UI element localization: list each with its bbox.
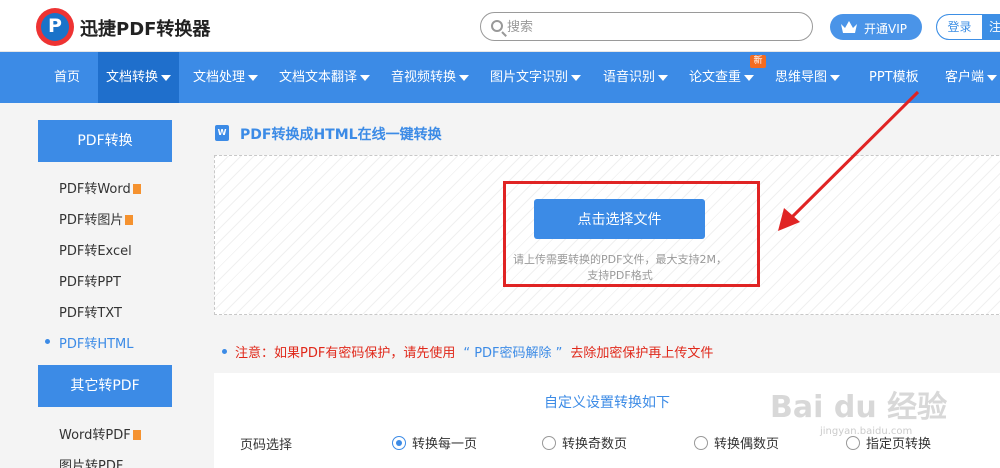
top-header: 迅捷PDF转换器 开通VIP 登录 注 — [0, 0, 1000, 52]
nav-item-mindmap[interactable]: 思维导图 — [775, 52, 841, 103]
radio-unchecked-icon — [694, 436, 708, 450]
nav-item-av-convert[interactable]: 音视频转换 — [391, 52, 470, 103]
baidu-watermark-url: jingyan.baidu.com — [820, 426, 913, 437]
crown-icon — [841, 21, 857, 33]
chevron-down-icon — [744, 74, 755, 81]
new-badge: 新 — [750, 55, 766, 68]
hot-icon — [132, 184, 141, 194]
radio-odd-pages[interactable]: 转换奇数页 — [542, 433, 627, 452]
baidu-watermark: Bai du 经验 — [770, 390, 948, 425]
open-vip-label: 开通VIP — [864, 22, 907, 36]
page-select-label: 页码选择 — [240, 438, 293, 453]
active-bullet-icon — [45, 339, 50, 344]
page-title: PDF转换成HTML在线一键转换 — [240, 127, 442, 143]
sidebar-item-pdf-to-image[interactable]: PDF转图片 — [59, 209, 134, 228]
notice-bullet-icon — [222, 349, 227, 354]
sidebar-item-word-to-pdf[interactable]: Word转PDF — [59, 424, 141, 443]
nav-item-plagiarism[interactable]: 论文查重 — [689, 52, 755, 103]
search-box[interactable] — [480, 12, 813, 41]
chevron-down-icon — [459, 74, 470, 81]
sidebar-section-pdf-convert: PDF转换 — [38, 120, 172, 162]
radio-all-pages[interactable]: 转换每一页 — [392, 433, 477, 452]
password-notice: 注意：如果PDF有密码保护，请先使用 “ PDF密码解除 ” 去除加密保护再上传文件 — [222, 342, 713, 361]
chevron-down-icon — [987, 74, 998, 81]
chevron-down-icon — [360, 74, 371, 81]
nav-item-client[interactable]: 客户端 — [945, 52, 998, 103]
login-button[interactable]: 登录 — [937, 15, 982, 39]
radio-unchecked-icon — [542, 436, 556, 450]
sidebar-item-pdf-to-ppt[interactable]: PDF转PPT — [59, 271, 121, 290]
sidebar-item-image-to-pdf[interactable]: 图片转PDF — [59, 455, 123, 468]
chevron-down-icon — [161, 74, 172, 81]
sidebar: PDF转换 PDF转Word PDF转图片 PDF转Excel PDF转PPT … — [0, 103, 200, 468]
radio-unchecked-icon — [846, 436, 860, 450]
app-logo-icon[interactable] — [36, 8, 74, 46]
nav-item-ocr[interactable]: 图片文字识别 — [490, 52, 582, 103]
sidebar-item-pdf-to-html[interactable]: PDF转HTML — [45, 333, 134, 352]
nav-item-doc-convert[interactable]: 文档转换 — [98, 52, 180, 103]
hot-icon — [125, 215, 134, 225]
sidebar-item-pdf-to-txt[interactable]: PDF转TXT — [59, 302, 122, 321]
auth-buttons: 登录 注 — [936, 14, 1000, 40]
radio-checked-icon — [392, 436, 406, 450]
search-input[interactable] — [507, 17, 797, 37]
chevron-down-icon — [571, 74, 582, 81]
search-icon — [491, 20, 503, 32]
chevron-down-icon — [658, 74, 669, 81]
open-vip-button[interactable]: 开通VIP — [830, 14, 922, 40]
app-brand-name[interactable]: 迅捷PDF转换器 — [80, 15, 210, 41]
nav-item-translate[interactable]: 文档文本翻译 — [279, 52, 371, 103]
upload-dropzone[interactable]: 点击选择文件 请上传需要转换的PDF文件，最大支持2M， 支持PDF格式 — [214, 155, 1000, 315]
nav-item-home[interactable]: 首页 — [54, 52, 80, 103]
chevron-down-icon — [830, 74, 841, 81]
nav-item-speech[interactable]: 语音识别 — [603, 52, 669, 103]
chevron-down-icon — [248, 74, 259, 81]
annotation-highlight-box — [503, 181, 760, 287]
nav-item-doc-process[interactable]: 文档处理 — [193, 52, 259, 103]
hot-icon — [132, 430, 141, 440]
word-doc-icon: W — [215, 125, 229, 141]
sidebar-item-pdf-to-word[interactable]: PDF转Word — [59, 178, 141, 197]
sidebar-section-other-to-pdf: 其它转PDF — [38, 365, 172, 407]
radio-even-pages[interactable]: 转换偶数页 — [694, 433, 779, 452]
sidebar-item-pdf-to-excel[interactable]: PDF转Excel — [59, 240, 132, 259]
nav-item-ppt-templates[interactable]: PPT模板 — [869, 52, 919, 103]
register-button[interactable]: 注 — [989, 15, 1000, 39]
main-nav: 首页 文档转换 文档处理 文档文本翻译 音视频转换 图片文字识别 语音识别 论文… — [0, 52, 1000, 103]
pdf-unlock-link[interactable]: “ PDF密码解除 ” — [463, 346, 562, 361]
